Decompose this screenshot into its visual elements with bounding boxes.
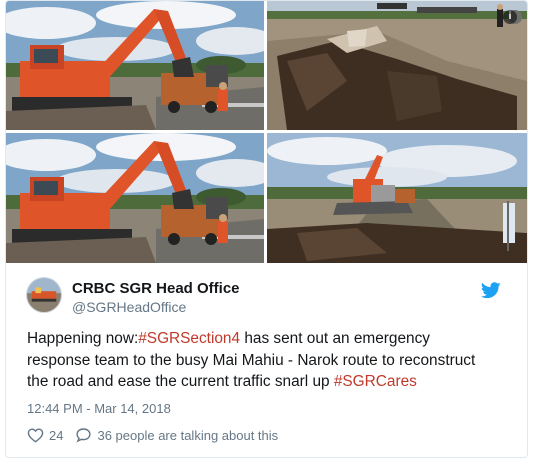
tweet-text: Happening now:#SGRSection4 has sent out … [27, 328, 497, 393]
photo-road-repair[interactable] [267, 133, 527, 263]
media-grid[interactable]: i [6, 1, 527, 263]
avatar[interactable] [26, 277, 62, 313]
photo-excavator-2[interactable] [6, 133, 264, 263]
author-name[interactable]: CRBC SGR Head Office [72, 280, 240, 297]
tweet-text-part-1: Happening now: [27, 330, 139, 347]
author-handle[interactable]: @SGRHeadOffice [72, 299, 186, 315]
photo-excavator-1[interactable] [6, 1, 264, 130]
twitter-bird-icon[interactable] [481, 282, 501, 299]
tweet-timestamp[interactable]: 12:44 PM - Mar 14, 2018 [27, 401, 171, 416]
info-icon[interactable]: i [503, 10, 517, 24]
tweet-stats: 24 36 people are talking about this [27, 425, 278, 445]
photo-road-crack[interactable]: i [267, 1, 527, 130]
heart-icon[interactable] [27, 427, 44, 443]
tweet-card[interactable]: i CRBC SGR Head Office @SGRHeadOffice Ha… [5, 0, 528, 458]
talking-about-link[interactable]: 36 people are talking about this [97, 428, 278, 443]
hashtag-sgrsection4[interactable]: #SGRSection4 [138, 330, 240, 347]
hashtag-sgrcares[interactable]: #SGRCares [334, 373, 417, 390]
like-count[interactable]: 24 [49, 428, 63, 443]
speech-bubble-icon[interactable] [75, 427, 92, 443]
